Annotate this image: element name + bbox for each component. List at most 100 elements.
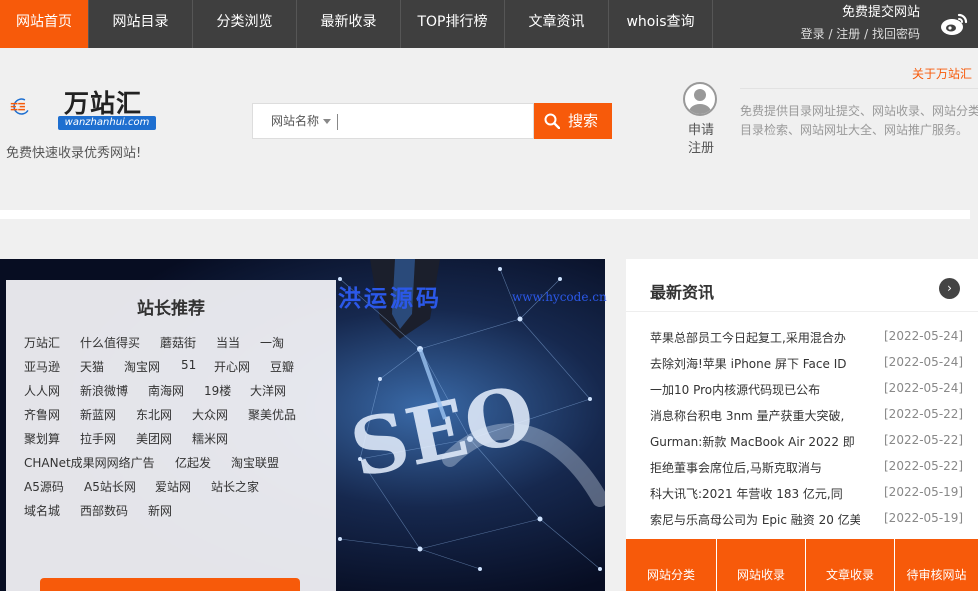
divider xyxy=(626,311,978,312)
watermark-url: www.hycode.cn xyxy=(512,290,607,304)
news-date: [2022-05-19] xyxy=(884,511,964,525)
nav-articles[interactable]: 文章资讯 xyxy=(505,0,609,48)
news-item[interactable]: 索尼与乐高母公司为 Epic 融资 20 亿美 xyxy=(650,511,860,528)
recommend-link[interactable]: 新蓝网 xyxy=(80,406,116,423)
news-item[interactable]: 苹果总部员工今日起复工,采用混合办 xyxy=(650,329,860,346)
search-type-select[interactable]: 网站名称 xyxy=(271,104,332,138)
logo-text[interactable]: 万站汇 xyxy=(64,84,142,120)
news-title: 最新资讯 xyxy=(650,283,715,302)
search-button[interactable]: 搜索 xyxy=(534,103,612,139)
news-item[interactable]: 消息称台积电 3nm 量产获重大突破, xyxy=(650,407,860,424)
weibo-button[interactable] xyxy=(930,0,978,48)
news-item[interactable]: 科大讯飞:2021 年营收 183 亿元,同 xyxy=(650,485,860,502)
nav-home[interactable]: 网站首页 xyxy=(0,0,89,48)
recommend-link[interactable]: 大洋网 xyxy=(250,382,286,399)
news-item[interactable]: 去除刘海!苹果 iPhone 屏下 Face ID xyxy=(650,355,860,372)
recommend-link[interactable]: 亚马逊 xyxy=(24,358,60,375)
recommend-link[interactable]: 人人网 xyxy=(24,382,60,399)
recommend-link[interactable]: 开心网 xyxy=(214,358,250,375)
news-item[interactable]: 拒绝董事会席位后,马斯克取消与 xyxy=(650,459,860,476)
nav-whois[interactable]: whois查询 xyxy=(609,0,713,48)
about-title[interactable]: 关于万站汇 xyxy=(912,65,972,82)
recommend-link[interactable]: 新网 xyxy=(148,502,172,519)
recommend-link[interactable]: CHANet成果网网络广告 xyxy=(24,454,155,471)
tab-article-inclusion[interactable]: 文章收录 xyxy=(805,539,894,591)
search-type-label: 网站名称 xyxy=(271,114,320,128)
nav-latest[interactable]: 最新收录 xyxy=(297,0,401,48)
recommend-link[interactable]: 南海网 xyxy=(148,382,184,399)
search-box: 网站名称 xyxy=(252,103,534,139)
nav-category-browse[interactable]: 分类浏览 xyxy=(193,0,297,48)
recommend-link[interactable]: 一淘 xyxy=(260,334,284,351)
recommend-link[interactable]: 聚美优品 xyxy=(248,406,296,423)
forgot-password-link[interactable]: 找回密码 xyxy=(872,27,920,41)
register-line1: 申请 xyxy=(687,123,714,138)
recommend-link[interactable]: 淘宝网 xyxy=(124,358,160,375)
recommend-link[interactable]: 19楼 xyxy=(204,382,231,399)
news-date: [2022-05-22] xyxy=(884,407,964,421)
account-links: 登录 / 注册 / 找回密码 xyxy=(801,23,920,45)
recommend-link[interactable]: 51 xyxy=(181,358,196,372)
news-date: [2022-05-22] xyxy=(884,459,964,473)
search-input[interactable] xyxy=(343,105,529,137)
recommend-link[interactable]: 什么值得买 xyxy=(80,334,140,351)
about-desc-line2: 目录检索、网站网址大全、网站推广服务。 xyxy=(740,123,969,137)
search-icon xyxy=(544,113,560,129)
news-more-arrow-icon[interactable]: › xyxy=(939,278,960,299)
recommend-link[interactable]: 豆瓣 xyxy=(270,358,294,375)
recommend-link[interactable]: 拉手网 xyxy=(80,430,116,447)
about-description: 免费提供目录网址提交、网站收录、网站分类 目录检索、网站网址大全、网站推广服务。 xyxy=(740,102,978,140)
news-item[interactable]: Gurman:新款 MacBook Air 2022 即 xyxy=(650,433,860,450)
recommend-title: 站长推荐 xyxy=(137,299,205,319)
login-link[interactable]: 登录 xyxy=(801,27,825,41)
recommend-link[interactable]: 当当 xyxy=(216,334,240,351)
search-button-label: 搜索 xyxy=(567,112,598,130)
recommend-link[interactable]: A5站长网 xyxy=(84,478,136,495)
divider xyxy=(740,88,978,89)
nav-top-ranking[interactable]: TOP排行榜 xyxy=(401,0,505,48)
tab-site-categories[interactable]: 网站分类 xyxy=(626,539,716,591)
news-date: [2022-05-22] xyxy=(884,433,964,447)
register-button[interactable]: 申请 注册 xyxy=(686,122,716,158)
user-avatar-icon[interactable] xyxy=(683,82,717,116)
logo-domain: wanzhanhui.com xyxy=(58,116,156,130)
recommend-link[interactable]: 天猫 xyxy=(80,358,104,375)
news-date: [2022-05-24] xyxy=(884,381,964,395)
tab-pending-review[interactable]: 待审核网站 xyxy=(894,539,978,591)
recommend-link[interactable]: 爱站网 xyxy=(155,478,191,495)
recommend-link[interactable]: 齐鲁网 xyxy=(24,406,60,423)
recommend-link[interactable]: 亿起发 xyxy=(175,454,211,471)
divider xyxy=(0,210,970,219)
recommend-link[interactable]: A5源码 xyxy=(24,478,64,495)
about-desc-line1: 免费提供目录网址提交、网站收录、网站分类 xyxy=(740,104,978,118)
nav-directory[interactable]: 网站目录 xyxy=(89,0,193,48)
news-date: [2022-05-24] xyxy=(884,355,964,369)
recommend-link[interactable]: 聚划算 xyxy=(24,430,60,447)
slogan: 免费快速收录优秀网站! xyxy=(6,146,142,161)
recommend-link[interactable]: 美团网 xyxy=(136,430,172,447)
recommend-link[interactable]: 域名城 xyxy=(24,502,60,519)
recommend-link[interactable]: 新浪微博 xyxy=(80,382,128,399)
watermark-text: 洪运源码 xyxy=(338,286,442,312)
recommend-link[interactable]: 万站汇 xyxy=(24,334,60,351)
account-area: 免费提交网站 登录 / 注册 / 找回密码 xyxy=(801,3,920,45)
recommend-link[interactable]: 东北网 xyxy=(136,406,172,423)
weibo-icon xyxy=(941,13,968,35)
recommend-link[interactable]: 站长之家 xyxy=(211,478,259,495)
submit-site-link[interactable]: 免费提交网站 xyxy=(801,3,920,23)
recommend-link[interactable]: 淘宝联盟 xyxy=(231,454,279,471)
tab-site-inclusion[interactable]: 网站收录 xyxy=(716,539,805,591)
recommend-more-button[interactable] xyxy=(40,578,300,591)
register-line2: 注册 xyxy=(687,141,714,156)
news-item[interactable]: 一加10 Pro内核源代码现已公布 xyxy=(650,381,860,398)
recommend-link[interactable]: 糯米网 xyxy=(192,430,228,447)
recommend-link[interactable]: 蘑菇街 xyxy=(160,334,196,351)
recommend-link[interactable]: 西部数码 xyxy=(80,502,128,519)
news-date: [2022-05-19] xyxy=(884,485,964,499)
search-cursor xyxy=(337,114,338,130)
separator: / xyxy=(860,27,872,41)
register-link[interactable]: 注册 xyxy=(836,27,860,41)
recommend-link[interactable]: 大众网 xyxy=(192,406,228,423)
separator: / xyxy=(824,27,837,41)
dropdown-arrow-icon xyxy=(323,119,332,124)
